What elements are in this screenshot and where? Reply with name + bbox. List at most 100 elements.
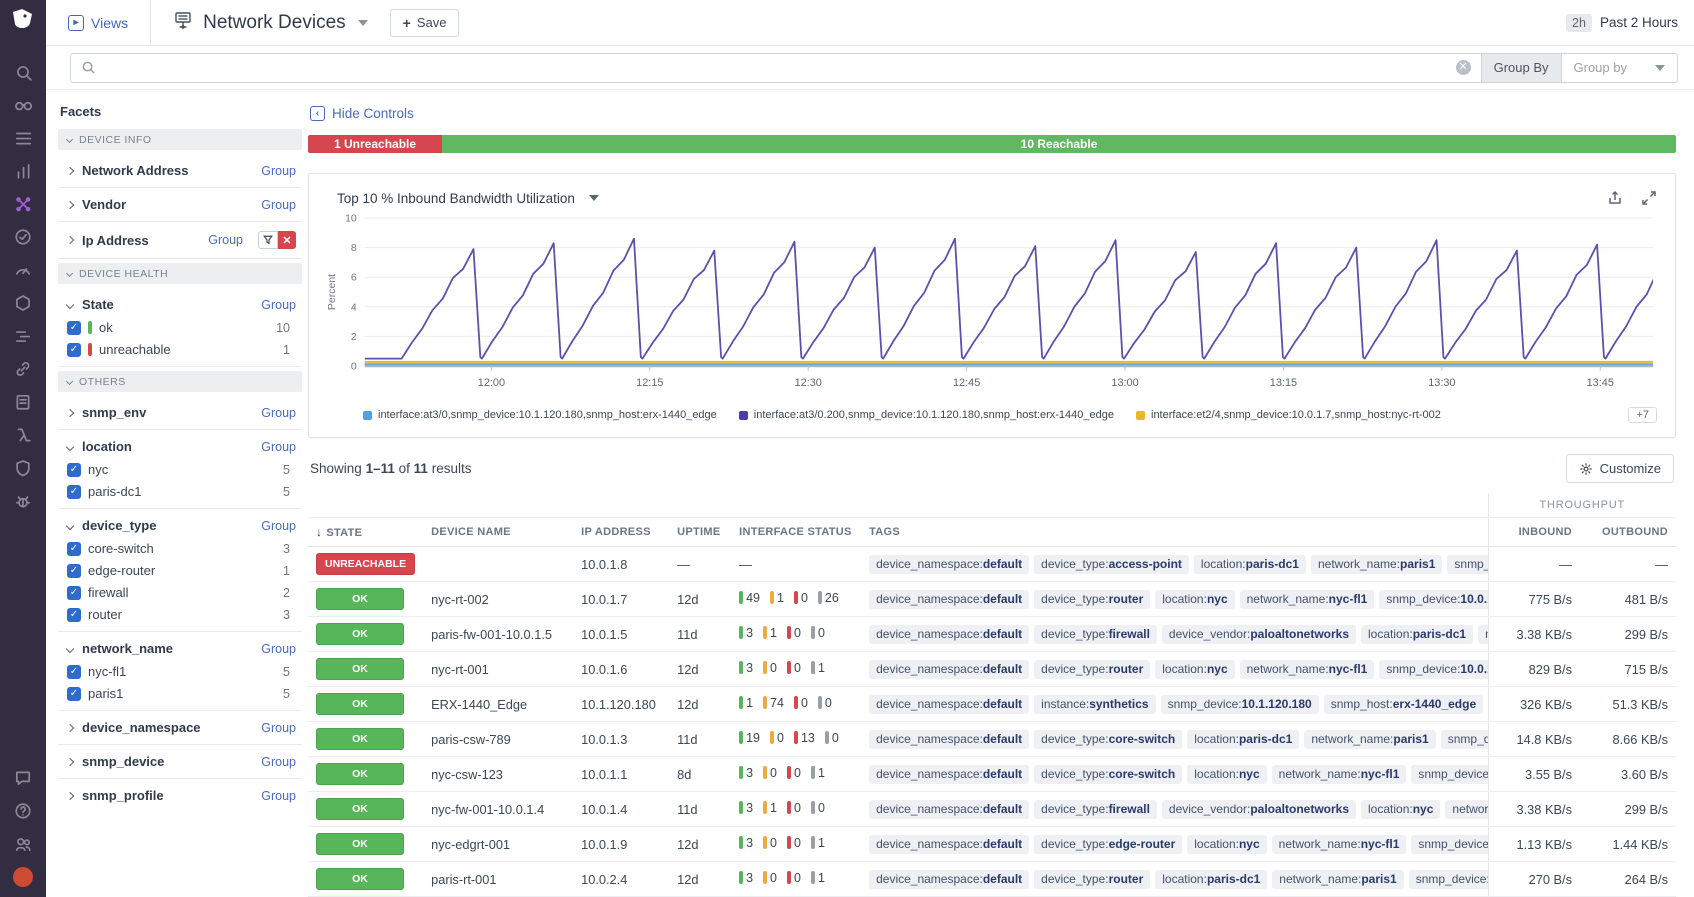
facet-header[interactable]: locationGroup	[67, 439, 296, 454]
chart-plot-area[interactable]: 0246810Percent12:0012:1512:3012:4513:001…	[323, 208, 1661, 401]
facet-header[interactable]: Network AddressGroup	[67, 163, 296, 178]
legend-item[interactable]: interface:at3/0.200,snmp_device:10.1.120…	[739, 409, 1114, 421]
tag-pill[interactable]: device_namespace:default	[869, 660, 1029, 679]
tag-pill[interactable]: device_namespace:default	[869, 835, 1029, 854]
column-header-state[interactable]: ↓STATE	[308, 518, 423, 547]
facet-group-link[interactable]: Group	[261, 440, 296, 454]
column-header-uptime[interactable]: UPTIME	[669, 518, 731, 547]
device-name-cell[interactable]: nyc-rt-001	[423, 652, 573, 687]
tag-pill[interactable]: location:nyc	[1187, 765, 1266, 784]
ip-address-cell[interactable]: 10.1.120.180	[573, 687, 669, 722]
state-badge[interactable]: OK	[316, 833, 404, 855]
datadog-logo[interactable]	[8, 6, 38, 36]
tag-pill[interactable]: network_name:nyc-fl1	[1240, 590, 1375, 609]
ip-address-cell[interactable]: 10.0.2.4	[573, 862, 669, 897]
facet-header[interactable]: snmp_profileGroup	[67, 788, 296, 803]
search-input-wrap[interactable]: ✕	[70, 53, 1482, 83]
state-badge[interactable]: OK	[316, 763, 404, 785]
synthetics-icon[interactable]	[14, 227, 33, 246]
tag-pill[interactable]: snmp_device:10.0.2.4	[1409, 870, 1488, 889]
facet-section-device-health[interactable]: DEVICE HEALTH	[58, 263, 302, 284]
facet-section-device-info[interactable]: DEVICE INFO	[58, 129, 302, 150]
tag-pill[interactable]: device_namespace:default	[869, 555, 1029, 574]
column-header-outbound[interactable]: OUTBOUND	[1580, 518, 1676, 547]
tag-pill[interactable]: instance:synthetics	[1034, 695, 1155, 714]
export-icon[interactable]	[1607, 190, 1623, 206]
hide-controls-button[interactable]: ‹ Hide Controls	[310, 106, 414, 121]
watchdog-icon[interactable]	[14, 95, 33, 114]
checkbox-checked[interactable]: ✓	[67, 343, 81, 357]
ci-gauge-icon[interactable]	[14, 260, 33, 279]
legend-item[interactable]: interface:et2/4,snmp_device:10.0.1.7,snm…	[1136, 409, 1441, 421]
facet-group-link[interactable]: Group	[208, 233, 243, 247]
tag-pill[interactable]: device_type:access-point	[1034, 555, 1189, 574]
facet-header[interactable]: snmp_envGroup	[67, 405, 296, 420]
tag-pill[interactable]: device_type:router	[1034, 660, 1150, 679]
facet-value-label[interactable]: firewall	[88, 585, 128, 600]
ip-address-cell[interactable]: 10.0.1.6	[573, 652, 669, 687]
facet-group-link[interactable]: Group	[261, 406, 296, 420]
tag-pill[interactable]: network_name:nyc-fl1	[1272, 835, 1407, 854]
processes-icon[interactable]	[14, 293, 33, 312]
time-range-label[interactable]: Past 2 Hours	[1600, 15, 1678, 30]
column-header-ip[interactable]: IP ADDRESS	[573, 518, 669, 547]
tag-pill[interactable]: network_name:nyc-fl1	[1272, 765, 1407, 784]
active-filter-pill[interactable]: ✕	[258, 231, 296, 249]
facet-value-label[interactable]: ok	[99, 320, 113, 335]
facet-value-label[interactable]: paris1	[88, 686, 123, 701]
ip-address-cell[interactable]: 10.0.1.3	[573, 722, 669, 757]
network-devices-icon[interactable]	[14, 194, 33, 213]
ip-address-cell[interactable]: 10.0.1.5	[573, 617, 669, 652]
facet-group-link[interactable]: Group	[261, 789, 296, 803]
facet-value-label[interactable]: edge-router	[88, 563, 155, 578]
infrastructure-icon[interactable]	[14, 128, 33, 147]
tag-pill[interactable]: device_namespace:default	[869, 765, 1029, 784]
unreachable-segment[interactable]: 1 Unreachable	[308, 135, 442, 153]
checkbox-checked[interactable]: ✓	[67, 321, 81, 335]
tag-pill[interactable]: device_type:core-switch	[1034, 765, 1182, 784]
device-name-cell[interactable]: nyc-fw-001-10.0.1.4	[423, 792, 573, 827]
facet-value-label[interactable]: unreachable	[99, 342, 171, 357]
avatar-icon[interactable]	[13, 867, 33, 887]
tag-pill[interactable]: device_vendor:paloaltonetworks	[1162, 800, 1356, 819]
views-button[interactable]: ▸ Views	[46, 0, 151, 45]
facet-section-others[interactable]: OTHERS	[58, 371, 302, 392]
state-badge[interactable]: UNREACHABLE	[316, 553, 415, 575]
ip-address-cell[interactable]: 10.0.1.4	[573, 792, 669, 827]
tag-pill[interactable]: device_namespace:default	[869, 870, 1029, 889]
tag-pill[interactable]: device_type:core-switch	[1034, 730, 1182, 749]
tag-pill[interactable]: device_type:router	[1034, 590, 1150, 609]
logs-icon[interactable]	[14, 392, 33, 411]
tag-pill[interactable]: snmp_device:10.1.120.180	[1161, 695, 1319, 714]
tag-pill[interactable]: snmp_device:10.0.1.1	[1411, 765, 1488, 784]
timeseries-chart[interactable]: 0246810Percent12:0012:1512:3012:4513:001…	[323, 208, 1661, 396]
fullscreen-icon[interactable]	[1641, 190, 1657, 206]
time-range-picker[interactable]: 2h Past 2 Hours	[1566, 14, 1694, 32]
tag-pill[interactable]: snmp_device:10.0.1.3	[1441, 730, 1488, 749]
device-name-cell[interactable]: paris-fw-001-10.0.1.5	[423, 617, 573, 652]
legend-item[interactable]: interface:at3/0,snmp_device:10.1.120.180…	[363, 409, 717, 421]
facet-group-link[interactable]: Group	[261, 519, 296, 533]
tag-pill[interactable]: snmp_device:10.0.1.6	[1379, 660, 1488, 679]
serverless-icon[interactable]	[14, 425, 33, 444]
state-badge[interactable]: OK	[316, 588, 404, 610]
tag-pill[interactable]: network_name:nyc-...	[1445, 800, 1488, 819]
tag-pill[interactable]: device_namespace:default	[869, 695, 1029, 714]
filter-funnel-icon[interactable]	[258, 231, 278, 249]
column-header-inbound[interactable]: INBOUND	[1488, 518, 1580, 547]
checkbox-checked[interactable]: ✓	[67, 665, 81, 679]
tag-pill[interactable]: device_type:router	[1034, 870, 1150, 889]
facet-value-label[interactable]: router	[88, 607, 122, 622]
search-input[interactable]	[104, 60, 1448, 75]
tag-pill[interactable]: device_vendor:paloaltonetworks	[1162, 625, 1356, 644]
checkbox-checked[interactable]: ✓	[67, 608, 81, 622]
tag-pill[interactable]: device_type:edge-router	[1034, 835, 1182, 854]
facet-group-link[interactable]: Group	[261, 642, 296, 656]
tag-pill[interactable]: device_namespace:default	[869, 730, 1029, 749]
integrations-icon[interactable]	[14, 359, 33, 378]
tag-pill[interactable]: location:nyc	[1187, 835, 1266, 854]
tag-pill[interactable]: location:paris-dc1	[1155, 870, 1267, 889]
tag-pill[interactable]: location:paris-dc1	[1361, 625, 1473, 644]
bug-icon[interactable]	[14, 491, 33, 510]
customize-button[interactable]: Customize	[1566, 454, 1674, 483]
